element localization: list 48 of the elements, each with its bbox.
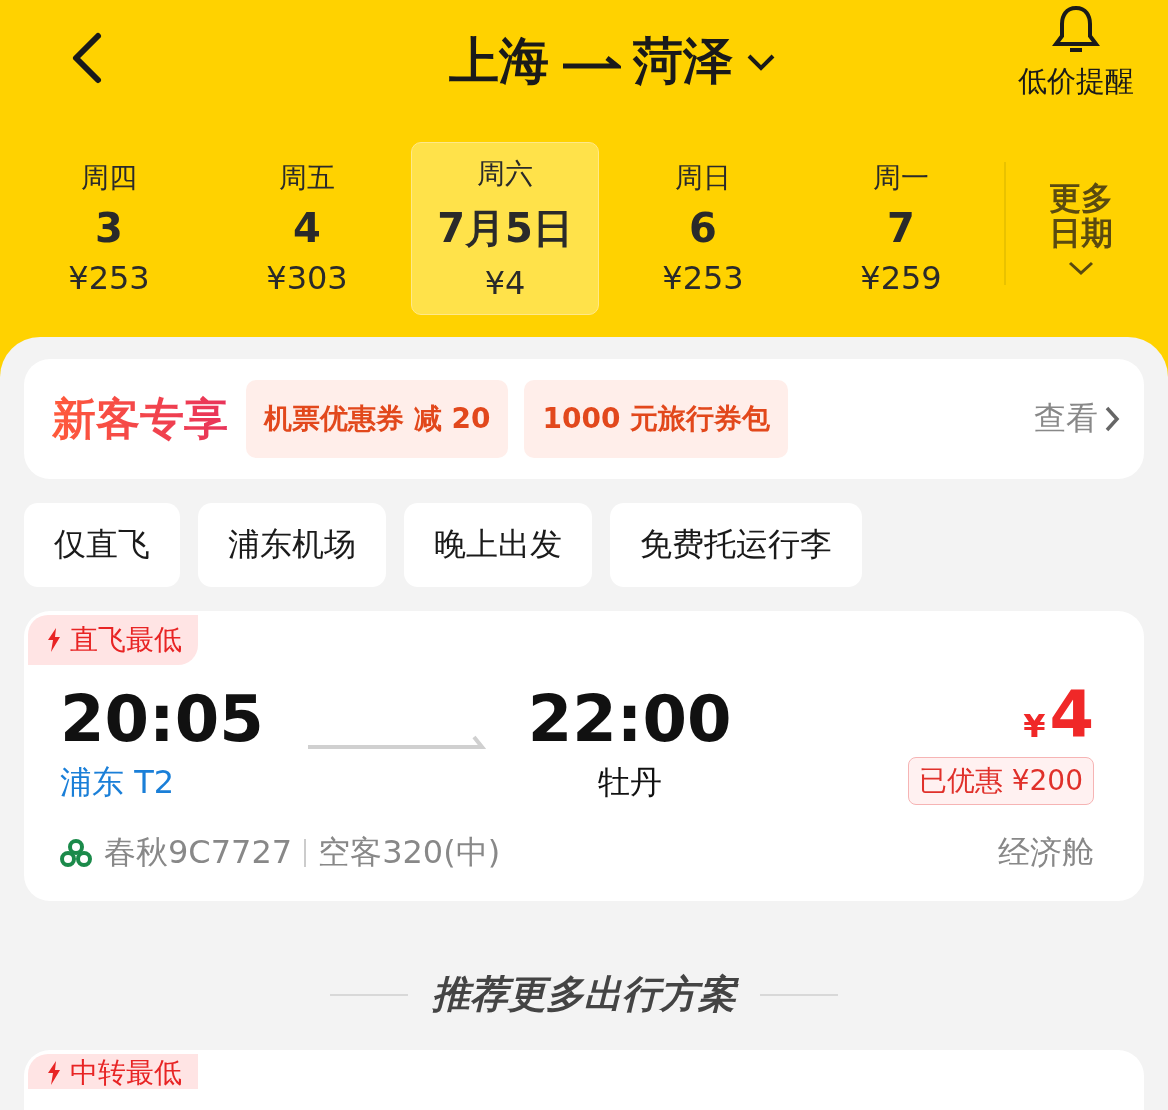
filter-chip[interactable]: 晚上出发 bbox=[404, 503, 592, 587]
date-price: ¥303 bbox=[266, 259, 348, 298]
date-price: ¥253 bbox=[662, 259, 744, 298]
coupon-badge: 1000 元旅行券包 bbox=[524, 380, 789, 458]
coupon-badge: 机票优惠券 减 20 bbox=[246, 380, 509, 458]
flight-number: 春秋9C7727 bbox=[104, 832, 293, 873]
date-label: 7月5日 bbox=[437, 203, 573, 253]
date-price: ¥4 bbox=[484, 263, 526, 302]
date-tab[interactable]: 周一 7 ¥259 bbox=[807, 141, 995, 315]
cabin-class: 经济舱 bbox=[998, 832, 1094, 873]
date-label: 4 bbox=[293, 205, 321, 252]
chevron-right-icon bbox=[1104, 405, 1120, 433]
promo-banner[interactable]: 新客专享 机票优惠券 减 20 1000 元旅行券包 查看 bbox=[24, 359, 1144, 479]
filter-chip[interactable]: 免费托运行李 bbox=[610, 503, 862, 587]
date-tab[interactable]: 周日 6 ¥253 bbox=[609, 141, 797, 315]
destination-city[interactable]: 菏泽 bbox=[633, 28, 733, 95]
origin-city[interactable]: 上海 bbox=[449, 28, 549, 95]
arrival-time: 22:00 bbox=[527, 687, 732, 751]
departure-time: 20:05 bbox=[60, 687, 264, 751]
filter-chip[interactable]: 浦东机场 bbox=[198, 503, 386, 587]
airline-logo-icon bbox=[60, 838, 92, 868]
price-alert-button[interactable]: 低价提醒 bbox=[1018, 4, 1134, 102]
date-label: 7 bbox=[887, 205, 915, 252]
date-tab[interactable]: 周六 7月5日 ¥4 bbox=[411, 141, 599, 315]
flight-price: ¥4 bbox=[1023, 683, 1094, 747]
weekday-label: 周一 bbox=[873, 160, 929, 197]
view-link[interactable]: 查看 bbox=[1034, 397, 1120, 441]
weekday-label: 周四 bbox=[81, 160, 137, 197]
date-tab[interactable]: 周五 4 ¥303 bbox=[213, 141, 401, 315]
date-price: ¥259 bbox=[860, 259, 942, 298]
weekday-label: 周六 bbox=[477, 155, 533, 192]
date-tab[interactable]: 周四 3 ¥253 bbox=[15, 141, 203, 315]
weekday-label: 周五 bbox=[279, 160, 335, 197]
more-dates-button[interactable]: 更多日期 bbox=[1006, 141, 1156, 315]
flight-card[interactable]: 直飞最低 20:05 浦东 T2 22:00 牡丹 ¥4 已优惠 ¥200 春秋9C7727 空客320(中) 经济舱 bbox=[24, 611, 1144, 901]
tag-label: 直飞最低 bbox=[70, 622, 182, 658]
departure-airport: 浦东 T2 bbox=[60, 762, 175, 803]
flight-card[interactable]: 中转最低 bbox=[24, 1050, 1144, 1110]
date-price: ¥253 bbox=[68, 259, 150, 298]
arrival-airport: 牡丹 bbox=[597, 762, 662, 803]
filter-chip[interactable]: 仅直飞 bbox=[24, 503, 180, 587]
aircraft-type: 空客320(中) bbox=[318, 832, 501, 873]
discount-badge: 已优惠 ¥200 bbox=[907, 757, 1094, 805]
date-label: 6 bbox=[689, 205, 717, 252]
date-label: 3 bbox=[95, 205, 123, 252]
weekday-label: 周日 bbox=[675, 160, 731, 197]
tag-label: 中转最低 bbox=[70, 1058, 182, 1089]
chevron-down-icon bbox=[1067, 259, 1095, 276]
